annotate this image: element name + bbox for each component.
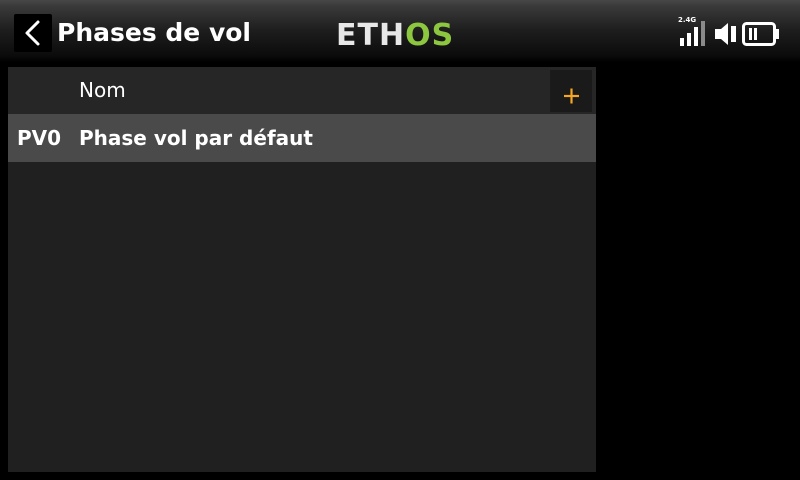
- add-phase-button[interactable]: [550, 70, 592, 112]
- phase-id: PV0: [17, 126, 62, 150]
- ethos-logo: ETHOS: [336, 17, 466, 49]
- chevron-left-icon: [25, 20, 40, 46]
- logo-text-os: OS: [405, 18, 454, 49]
- column-header-name: Nom: [79, 78, 126, 102]
- header-bar: Phases de vol ETHOS 2.4G: [0, 0, 800, 62]
- signal-bars-icon[interactable]: [678, 18, 710, 46]
- plus-icon: [564, 88, 579, 104]
- speaker-icon[interactable]: [714, 22, 740, 46]
- page-title: Phases de vol: [57, 18, 252, 47]
- flight-phases-panel: Nom PV0 Phase vol par défaut: [8, 67, 596, 472]
- table-row[interactable]: PV0 Phase vol par défaut: [8, 114, 596, 162]
- status-area: 2.4G: [676, 16, 788, 48]
- table-header: Nom: [8, 67, 596, 114]
- screen: Phases de vol ETHOS 2.4G Nom PV0 Phase v…: [0, 0, 800, 480]
- battery-icon[interactable]: [742, 22, 782, 46]
- back-button[interactable]: [14, 14, 52, 52]
- logo-text-eth: ETH: [336, 18, 405, 49]
- svg-text:ETHOS: ETHOS: [336, 18, 454, 49]
- phase-name: Phase vol par défaut: [79, 126, 313, 150]
